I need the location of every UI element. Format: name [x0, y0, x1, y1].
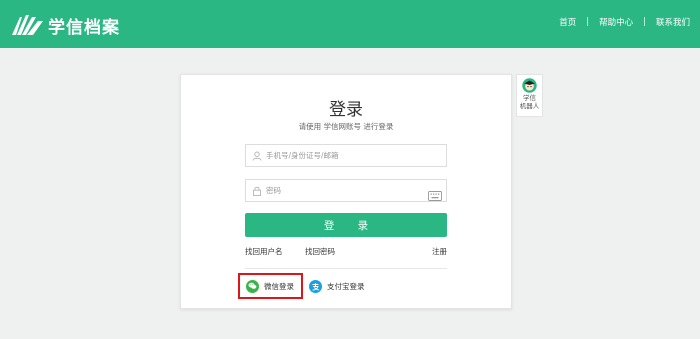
login-subtitle: 请使用 学信网账号 进行登录: [298, 122, 394, 131]
alipay-login-button[interactable]: 支付宝登录: [309, 273, 365, 299]
username-input[interactable]: [264, 145, 446, 166]
robot-assistant[interactable]: 学信 机器人: [516, 74, 543, 117]
alipay-icon: [309, 279, 322, 293]
logo-text: 学信档案: [48, 17, 120, 38]
nav-separator: |: [643, 17, 646, 27]
robot-avatar-icon: [522, 78, 537, 93]
site-logo[interactable]: 学信档案: [10, 10, 120, 40]
keyboard-icon[interactable]: [428, 186, 442, 201]
wechat-login-button[interactable]: 微信登录: [238, 273, 303, 299]
account-links: 找回用户名 找回密码 注册: [245, 246, 447, 258]
login-title: 登录: [329, 100, 363, 120]
wechat-icon: [246, 279, 259, 293]
robot-label-line1: 学信: [523, 94, 536, 102]
password-input[interactable]: [264, 180, 428, 201]
robot-label: 学信 机器人: [517, 94, 543, 110]
wechat-login-label: 微信登录: [264, 281, 294, 291]
password-field[interactable]: [245, 179, 447, 202]
lock-icon: [250, 184, 264, 198]
nav-contact-link[interactable]: 联系我们: [656, 16, 690, 28]
nav-separator: |: [586, 17, 590, 27]
find-username-link[interactable]: 找回用户名: [245, 246, 283, 257]
find-password-link[interactable]: 找回密码: [305, 246, 335, 257]
login-button[interactable]: 登 录: [245, 213, 447, 237]
user-icon: [250, 149, 264, 163]
nav-help-link[interactable]: 帮助中心: [599, 16, 633, 28]
top-header: 学信档案 首页 | 帮助中心 | 联系我们: [0, 0, 700, 48]
top-nav: 首页 | 帮助中心 | 联系我们: [559, 16, 690, 28]
alipay-login-label: 支付宝登录: [327, 281, 365, 291]
robot-label-line2: 机器人: [519, 102, 540, 110]
divider: [245, 268, 447, 269]
username-field[interactable]: [245, 144, 447, 167]
nav-home-link[interactable]: 首页: [559, 16, 576, 28]
book-logo-icon: [12, 15, 43, 35]
register-link[interactable]: 注册: [432, 246, 447, 257]
login-card: 登录 请使用 学信网账号 进行登录 手机号/身份证号/邮箱 登 录 找回用户名 …: [180, 74, 512, 309]
